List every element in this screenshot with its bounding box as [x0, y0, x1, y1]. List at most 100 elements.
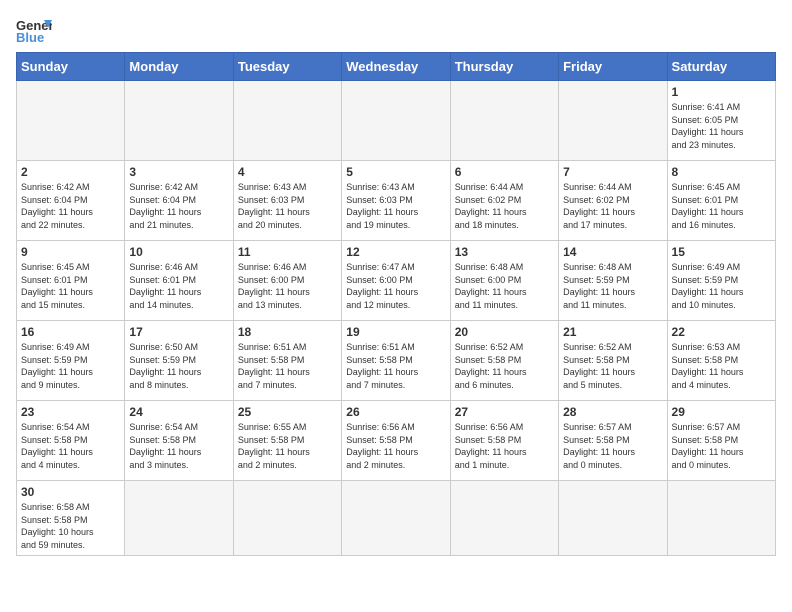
- calendar-cell: [559, 481, 667, 556]
- day-info: Sunrise: 6:46 AM Sunset: 6:00 PM Dayligh…: [238, 261, 337, 311]
- calendar-cell: [233, 481, 341, 556]
- day-number: 22: [672, 325, 771, 339]
- calendar-cell: 15 Sunrise: 6:49 AM Sunset: 5:59 PM Dayli…: [667, 241, 775, 321]
- day-info: Sunrise: 6:45 AM Sunset: 6:01 PM Dayligh…: [672, 181, 771, 231]
- calendar-cell: 19 Sunrise: 6:51 AM Sunset: 5:58 PM Dayli…: [342, 321, 450, 401]
- day-number: 13: [455, 245, 554, 259]
- calendar-cell: 7Sunrise: 6:44 AM Sunset: 6:02 PM Daylig…: [559, 161, 667, 241]
- day-number: 6: [455, 165, 554, 179]
- day-info: Sunrise: 6:49 AM Sunset: 5:59 PM Dayligh…: [672, 261, 771, 311]
- calendar-cell: [450, 81, 558, 161]
- day-number: 17: [129, 325, 228, 339]
- calendar-table: SundayMondayTuesdayWednesdayThursdayFrid…: [16, 52, 776, 556]
- calendar-cell: 1 Sunrise: 6:41 AM Sunset: 6:05 PM Daylig…: [667, 81, 775, 161]
- day-number: 30: [21, 485, 120, 499]
- day-info: Sunrise: 6:54 AM Sunset: 5:58 PM Dayligh…: [21, 421, 120, 471]
- day-number: 16: [21, 325, 120, 339]
- day-info: Sunrise: 6:51 AM Sunset: 5:58 PM Dayligh…: [238, 341, 337, 391]
- calendar-cell: 12 Sunrise: 6:47 AM Sunset: 6:00 PM Dayli…: [342, 241, 450, 321]
- day-number: 24: [129, 405, 228, 419]
- day-info: Sunrise: 6:42 AM Sunset: 6:04 PM Dayligh…: [129, 181, 228, 231]
- calendar-cell: [125, 481, 233, 556]
- calendar-cell: [342, 481, 450, 556]
- day-info: Sunrise: 6:51 AM Sunset: 5:58 PM Dayligh…: [346, 341, 445, 391]
- calendar-cell: [233, 81, 341, 161]
- calendar-cell: 18 Sunrise: 6:51 AM Sunset: 5:58 PM Dayli…: [233, 321, 341, 401]
- calendar-cell: 3 Sunrise: 6:42 AM Sunset: 6:04 PM Daylig…: [125, 161, 233, 241]
- col-header-tuesday: Tuesday: [233, 53, 341, 81]
- day-info: Sunrise: 6:56 AM Sunset: 5:58 PM Dayligh…: [455, 421, 554, 471]
- logo: General Blue: [16, 16, 52, 44]
- day-number: 25: [238, 405, 337, 419]
- day-info: Sunrise: 6:42 AM Sunset: 6:04 PM Dayligh…: [21, 181, 120, 231]
- day-number: 10: [129, 245, 228, 259]
- calendar-cell: 14 Sunrise: 6:48 AM Sunset: 5:59 PM Dayli…: [559, 241, 667, 321]
- day-number: 26: [346, 405, 445, 419]
- calendar-cell: 17 Sunrise: 6:50 AM Sunset: 5:59 PM Dayli…: [125, 321, 233, 401]
- calendar-header-row: SundayMondayTuesdayWednesdayThursdayFrid…: [17, 53, 776, 81]
- calendar-cell: 21 Sunrise: 6:52 AM Sunset: 5:58 PM Dayli…: [559, 321, 667, 401]
- day-number: 7: [563, 165, 662, 179]
- day-number: 29: [672, 405, 771, 419]
- logo-icon: General Blue: [16, 16, 52, 44]
- day-info: Sunrise: 6:43 AM Sunset: 6:03 PM Dayligh…: [346, 181, 445, 231]
- calendar-cell: 5Sunrise: 6:43 AM Sunset: 6:03 PM Daylig…: [342, 161, 450, 241]
- page-header: General Blue: [16, 16, 776, 44]
- calendar-cell: 16 Sunrise: 6:49 AM Sunset: 5:59 PM Dayli…: [17, 321, 125, 401]
- col-header-sunday: Sunday: [17, 53, 125, 81]
- calendar-week-row: 16 Sunrise: 6:49 AM Sunset: 5:59 PM Dayli…: [17, 321, 776, 401]
- day-number: 2: [21, 165, 120, 179]
- day-number: 23: [21, 405, 120, 419]
- calendar-cell: 26Sunrise: 6:56 AM Sunset: 5:58 PM Dayli…: [342, 401, 450, 481]
- day-info: Sunrise: 6:43 AM Sunset: 6:03 PM Dayligh…: [238, 181, 337, 231]
- calendar-cell: 13Sunrise: 6:48 AM Sunset: 6:00 PM Dayli…: [450, 241, 558, 321]
- day-number: 14: [563, 245, 662, 259]
- calendar-cell: 24 Sunrise: 6:54 AM Sunset: 5:58 PM Dayli…: [125, 401, 233, 481]
- day-info: Sunrise: 6:41 AM Sunset: 6:05 PM Dayligh…: [672, 101, 771, 151]
- day-info: Sunrise: 6:49 AM Sunset: 5:59 PM Dayligh…: [21, 341, 120, 391]
- day-number: 19: [346, 325, 445, 339]
- calendar-cell: 11Sunrise: 6:46 AM Sunset: 6:00 PM Dayli…: [233, 241, 341, 321]
- calendar-cell: [17, 81, 125, 161]
- calendar-cell: 22 Sunrise: 6:53 AM Sunset: 5:58 PM Dayli…: [667, 321, 775, 401]
- day-number: 27: [455, 405, 554, 419]
- calendar-cell: 8Sunrise: 6:45 AM Sunset: 6:01 PM Daylig…: [667, 161, 775, 241]
- day-info: Sunrise: 6:48 AM Sunset: 5:59 PM Dayligh…: [563, 261, 662, 311]
- day-number: 1: [672, 85, 771, 99]
- day-info: Sunrise: 6:53 AM Sunset: 5:58 PM Dayligh…: [672, 341, 771, 391]
- day-number: 4: [238, 165, 337, 179]
- day-info: Sunrise: 6:46 AM Sunset: 6:01 PM Dayligh…: [129, 261, 228, 311]
- day-info: Sunrise: 6:55 AM Sunset: 5:58 PM Dayligh…: [238, 421, 337, 471]
- day-number: 15: [672, 245, 771, 259]
- day-info: Sunrise: 6:47 AM Sunset: 6:00 PM Dayligh…: [346, 261, 445, 311]
- calendar-week-row: 30Sunrise: 6:58 AM Sunset: 5:58 PM Dayli…: [17, 481, 776, 556]
- col-header-friday: Friday: [559, 53, 667, 81]
- day-number: 20: [455, 325, 554, 339]
- calendar-week-row: 9Sunrise: 6:45 AM Sunset: 6:01 PM Daylig…: [17, 241, 776, 321]
- calendar-cell: [667, 481, 775, 556]
- calendar-cell: 23 Sunrise: 6:54 AM Sunset: 5:58 PM Dayli…: [17, 401, 125, 481]
- calendar-cell: 6 Sunrise: 6:44 AM Sunset: 6:02 PM Daylig…: [450, 161, 558, 241]
- day-info: Sunrise: 6:50 AM Sunset: 5:59 PM Dayligh…: [129, 341, 228, 391]
- day-number: 18: [238, 325, 337, 339]
- calendar-cell: 29 Sunrise: 6:57 AM Sunset: 5:58 PM Dayli…: [667, 401, 775, 481]
- calendar-cell: 25 Sunrise: 6:55 AM Sunset: 5:58 PM Dayli…: [233, 401, 341, 481]
- day-info: Sunrise: 6:52 AM Sunset: 5:58 PM Dayligh…: [563, 341, 662, 391]
- calendar-cell: 20 Sunrise: 6:52 AM Sunset: 5:58 PM Dayli…: [450, 321, 558, 401]
- calendar-cell: 10 Sunrise: 6:46 AM Sunset: 6:01 PM Dayli…: [125, 241, 233, 321]
- calendar-week-row: 2 Sunrise: 6:42 AM Sunset: 6:04 PM Daylig…: [17, 161, 776, 241]
- day-number: 21: [563, 325, 662, 339]
- calendar-cell: 30Sunrise: 6:58 AM Sunset: 5:58 PM Dayli…: [17, 481, 125, 556]
- col-header-wednesday: Wednesday: [342, 53, 450, 81]
- day-info: Sunrise: 6:57 AM Sunset: 5:58 PM Dayligh…: [672, 421, 771, 471]
- day-info: Sunrise: 6:44 AM Sunset: 6:02 PM Dayligh…: [455, 181, 554, 231]
- day-info: Sunrise: 6:52 AM Sunset: 5:58 PM Dayligh…: [455, 341, 554, 391]
- day-number: 3: [129, 165, 228, 179]
- col-header-saturday: Saturday: [667, 53, 775, 81]
- day-number: 12: [346, 245, 445, 259]
- calendar-week-row: 1 Sunrise: 6:41 AM Sunset: 6:05 PM Daylig…: [17, 81, 776, 161]
- col-header-thursday: Thursday: [450, 53, 558, 81]
- day-info: Sunrise: 6:54 AM Sunset: 5:58 PM Dayligh…: [129, 421, 228, 471]
- calendar-week-row: 23 Sunrise: 6:54 AM Sunset: 5:58 PM Dayli…: [17, 401, 776, 481]
- col-header-monday: Monday: [125, 53, 233, 81]
